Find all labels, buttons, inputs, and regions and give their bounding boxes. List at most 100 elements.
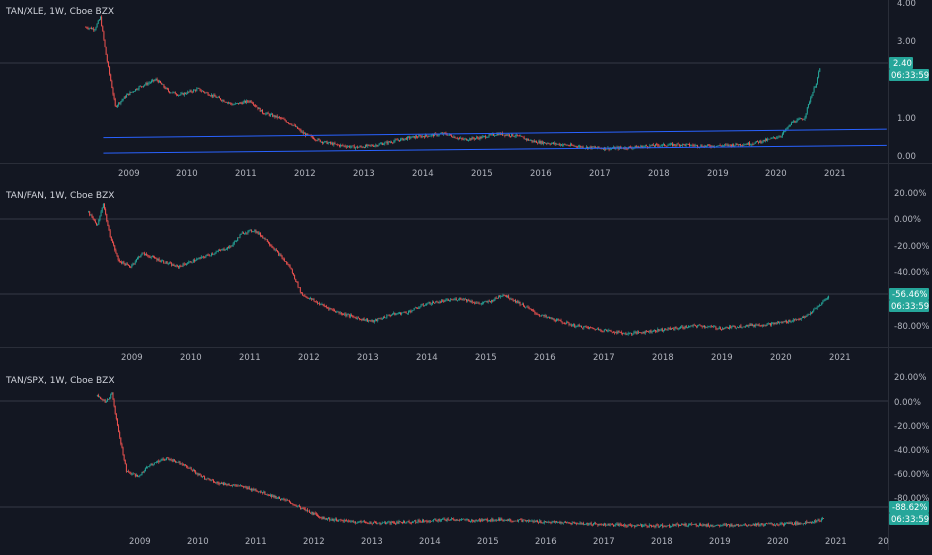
candle-body: [512, 521, 514, 522]
candle-body: [759, 325, 761, 327]
candle-body: [454, 298, 456, 300]
candle-body: [623, 525, 625, 527]
candle-body: [352, 145, 354, 147]
candle-body: [385, 317, 387, 319]
candle-body: [175, 460, 177, 463]
candle-body: [719, 525, 721, 527]
candle-body: [570, 144, 572, 146]
candle-body: [462, 138, 464, 140]
last-value-tag[interactable]: 2.40: [889, 57, 913, 69]
candle-body: [483, 301, 485, 303]
chart-canvas[interactable]: TAN/XLE, 1W, Cboe BZX TAN/FAN, 1W, Cboe …: [0, 0, 932, 550]
candle-body: [693, 324, 695, 326]
candle-body: [125, 263, 127, 266]
candle-body: [190, 261, 192, 263]
candle-body: [787, 322, 789, 324]
last-value-tag[interactable]: -56.46%: [889, 288, 929, 300]
candle-body: [632, 525, 634, 527]
candle-body: [179, 461, 181, 465]
candle-body: [686, 143, 688, 145]
candle-body: [289, 500, 291, 502]
candle-body: [402, 138, 404, 141]
candle-body: [184, 92, 186, 94]
candle-body: [558, 143, 560, 146]
candle-body: [581, 523, 583, 524]
pane-title-tan-xle: TAN/XLE, 1W, Cboe BZX: [5, 7, 114, 17]
candle-body: [345, 146, 347, 148]
candle-body: [436, 521, 438, 522]
candle-body: [798, 319, 800, 320]
candle-body: [345, 520, 347, 521]
candle-body: [197, 258, 199, 260]
candle-body: [701, 145, 703, 147]
candle-body: [165, 261, 167, 264]
candle-body: [414, 136, 416, 139]
candle-body: [799, 522, 801, 524]
candle-body: [664, 525, 666, 527]
candle-body: [254, 489, 256, 490]
candle-body: [822, 301, 824, 303]
candle-body: [331, 143, 333, 144]
candle-body: [266, 494, 268, 496]
last-value-tag[interactable]: -88.62%: [889, 501, 929, 513]
candle-body: [209, 95, 211, 97]
x-tick-label: 2014: [416, 353, 438, 363]
candle-body: [714, 525, 716, 527]
candle-body: [332, 518, 334, 521]
candle-body: [522, 519, 524, 522]
candle-body: [164, 87, 166, 89]
candle-body: [662, 143, 664, 145]
candle-body: [602, 524, 604, 526]
candle-body: [180, 463, 182, 465]
candle-body: [718, 327, 720, 329]
candle-body: [732, 525, 734, 527]
candle-body: [248, 230, 250, 231]
candle-body: [200, 475, 202, 478]
candle-body: [542, 142, 544, 144]
candle-body: [158, 81, 160, 83]
candle-body: [494, 520, 496, 521]
candle-body: [816, 307, 818, 309]
candle-body: [397, 140, 399, 141]
candle-body: [751, 525, 753, 526]
candle-body: [292, 503, 294, 505]
candle-body: [654, 526, 656, 527]
candle-body: [691, 144, 693, 146]
candle-body: [722, 328, 724, 330]
candle-body: [471, 519, 473, 522]
x-tick-label: 2016: [535, 537, 557, 547]
candle-body: [770, 138, 772, 139]
candle-body: [824, 299, 826, 301]
candle-body: [553, 142, 555, 144]
candle-body: [804, 117, 806, 120]
candle-body: [775, 137, 777, 139]
candle-body: [131, 474, 133, 475]
candle-body: [177, 266, 179, 268]
candle-body: [122, 261, 124, 264]
candle-body: [140, 254, 142, 257]
candle-body: [681, 144, 683, 146]
candle-body: [438, 302, 440, 304]
candle-body: [234, 240, 236, 242]
candle-body: [728, 524, 730, 525]
candle-body: [784, 321, 786, 323]
candle-body: [266, 239, 268, 242]
candle-body: [388, 141, 390, 143]
candle-body: [114, 98, 116, 106]
candle-body: [808, 522, 810, 523]
candle-body: [286, 122, 288, 123]
candle-body: [537, 142, 539, 144]
candle-body: [416, 136, 418, 138]
candle-body: [770, 523, 772, 524]
candle-body: [395, 523, 397, 524]
candle-body: [335, 311, 337, 313]
candle-body: [375, 145, 377, 146]
candle-body: [348, 520, 350, 522]
candle-body: [535, 313, 537, 314]
candle-body: [408, 136, 410, 138]
candle-body: [124, 459, 126, 465]
candle-body: [288, 264, 290, 266]
candle-body: [541, 522, 543, 524]
candle-body: [626, 148, 628, 150]
candle-body: [414, 307, 416, 309]
